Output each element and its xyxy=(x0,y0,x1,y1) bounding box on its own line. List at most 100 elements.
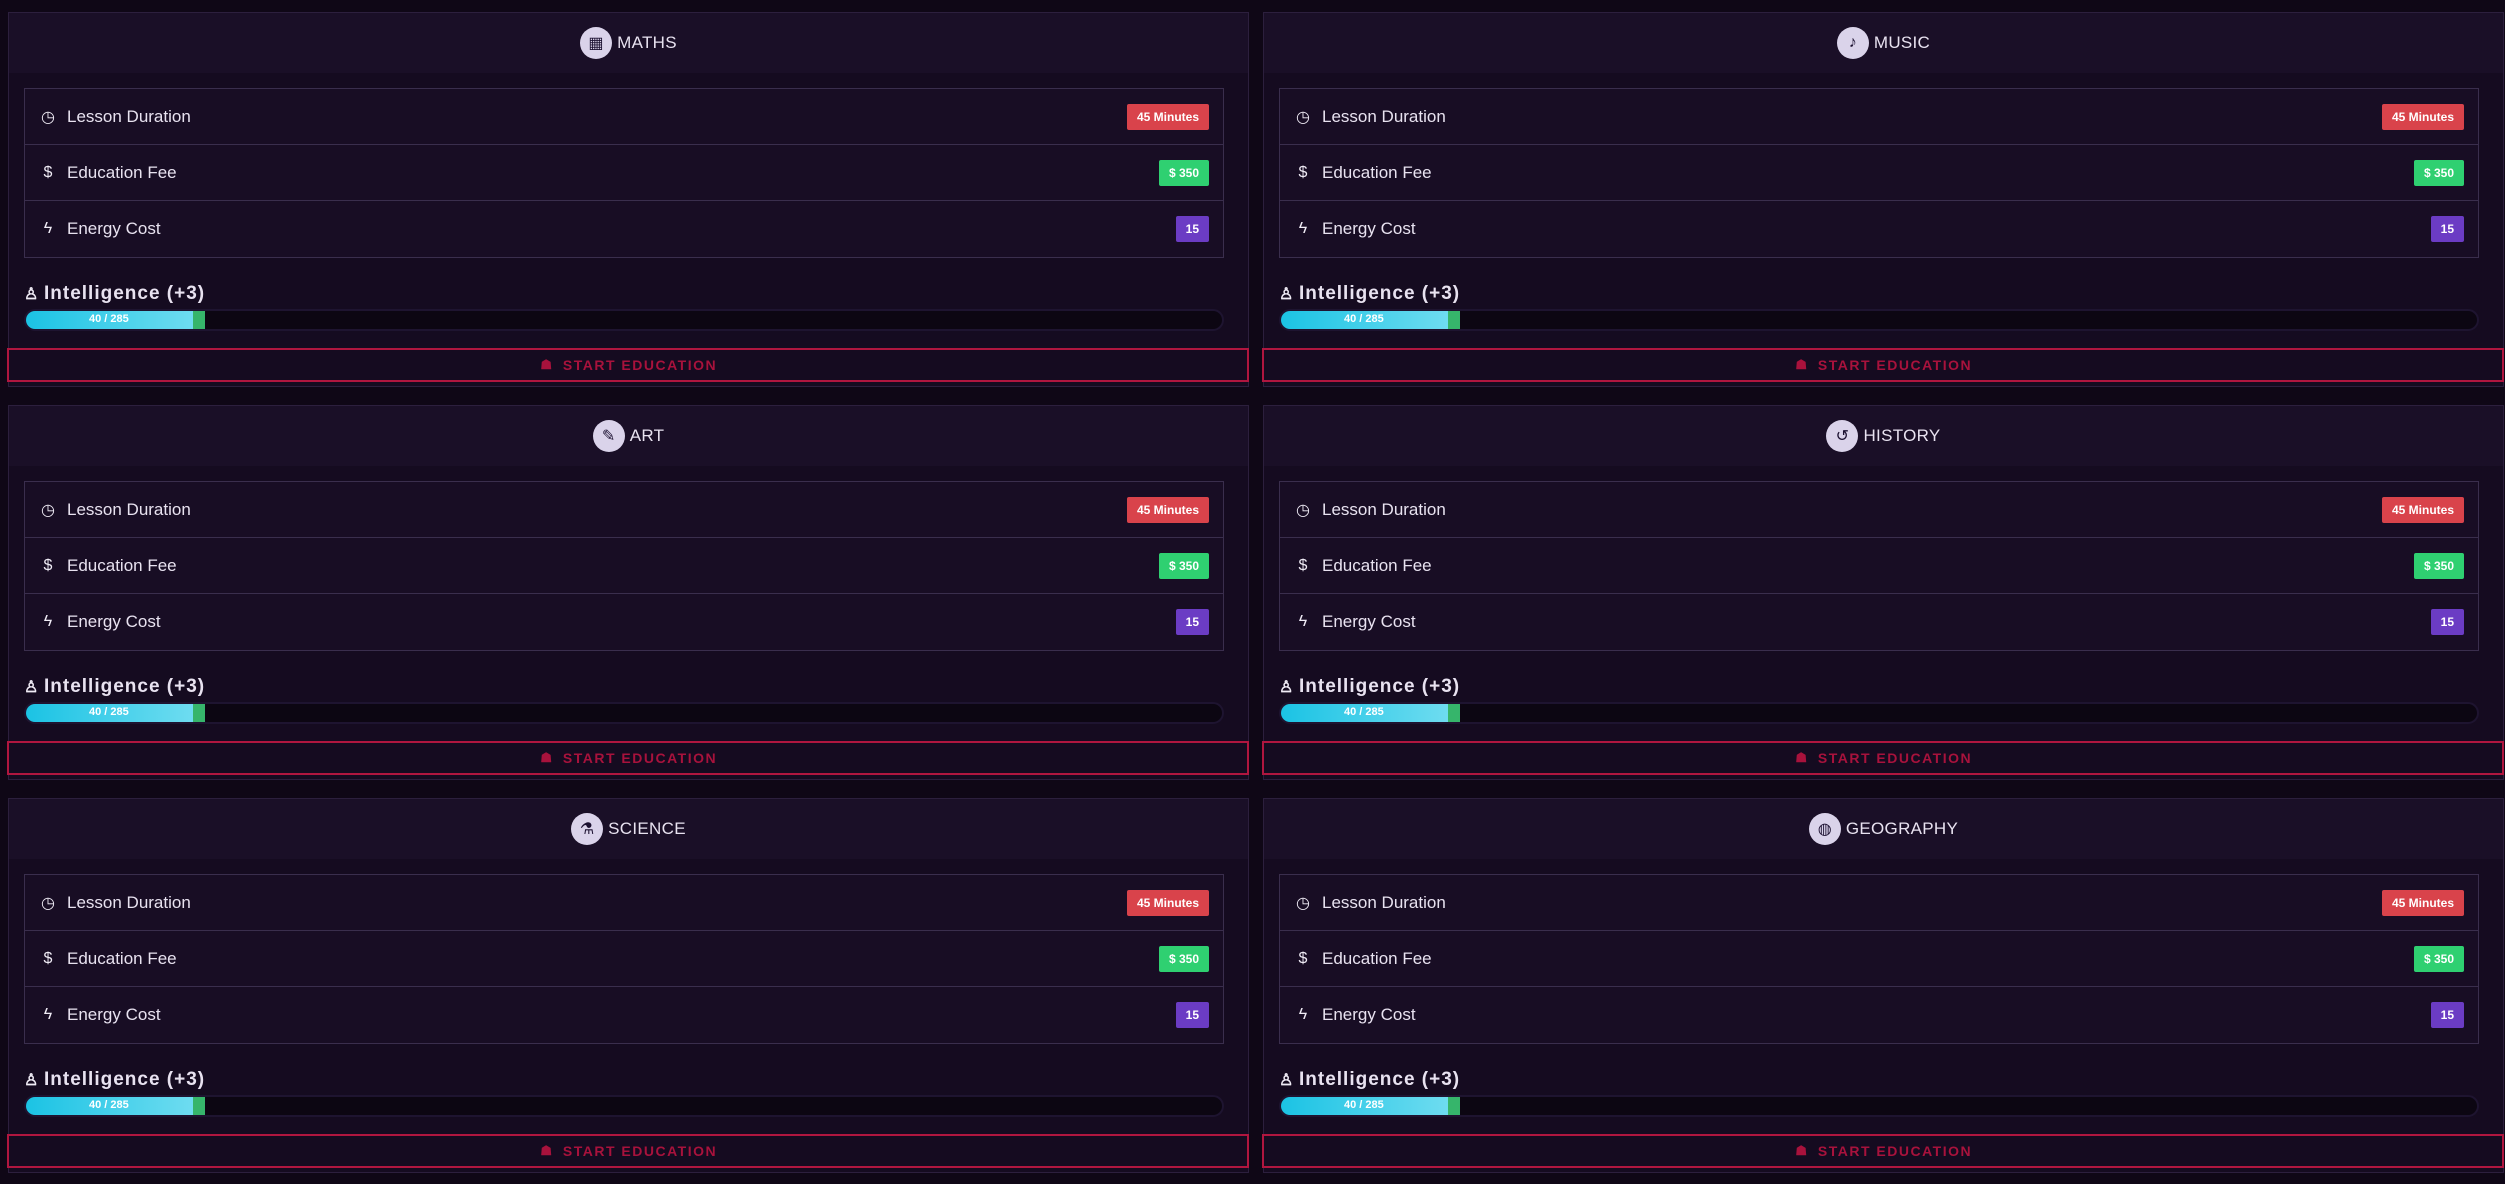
stat-gain-label: Intelligence (+3) xyxy=(44,283,206,304)
energy-cost-label: Energy Cost xyxy=(67,219,161,238)
graduation-cap-icon: ☗ xyxy=(540,1143,554,1158)
lesson-duration-label: Lesson Duration xyxy=(67,499,191,519)
card-header: ↺ HISTORY xyxy=(1264,406,2503,466)
card-header: ▦ MATHS xyxy=(9,13,1248,73)
bolt-icon: ϟ xyxy=(43,220,53,237)
education-fee-row: $ Education Fee $ 350 xyxy=(1280,145,2478,201)
clock-icon: ◷ xyxy=(1296,108,1310,126)
progress-bar: 40 / 285 xyxy=(1279,1095,2479,1117)
lesson-duration-row: ◷ Lesson Duration 45 Minutes xyxy=(25,89,1223,145)
dollar-icon: $ xyxy=(43,163,53,181)
course-title: ART xyxy=(629,426,665,445)
fee-badge: $ 350 xyxy=(1158,159,1209,186)
education-fee-row: $ Education Fee $ 350 xyxy=(25,145,1223,201)
graduation-cap-icon: ☗ xyxy=(1795,357,1809,372)
graduation-cap-icon: ☗ xyxy=(540,357,554,372)
start-education-button[interactable]: ☗ START EDUCATION xyxy=(7,741,1249,775)
energy-badge: 15 xyxy=(2430,1002,2464,1028)
person-icon: ♙ xyxy=(24,1072,40,1089)
start-education-button[interactable]: ☗ START EDUCATION xyxy=(7,348,1249,382)
fee-badge: $ 350 xyxy=(1158,945,1209,972)
education-fee-row: $ Education Fee $ 350 xyxy=(25,538,1223,594)
stat-gain: ♙ Intelligence (+3) xyxy=(24,676,205,698)
person-icon: ♙ xyxy=(1279,286,1295,303)
progress-text: 40 / 285 xyxy=(1344,1099,1384,1111)
energy-cost-row: ϟ Energy Cost 15 xyxy=(25,987,1223,1043)
energy-cost-row: ϟ Energy Cost 15 xyxy=(1280,594,2478,650)
graduation-cap-icon: ☗ xyxy=(1795,750,1809,765)
person-icon: ♙ xyxy=(24,679,40,696)
calculator-icon: ▦ xyxy=(580,27,613,59)
start-education-button[interactable]: ☗ START EDUCATION xyxy=(1262,348,2504,382)
fee-badge: $ 350 xyxy=(2413,552,2464,579)
fee-badge: $ 350 xyxy=(2413,945,2464,972)
education-fee-label: Education Fee xyxy=(1322,555,1432,575)
education-fee-label: Education Fee xyxy=(67,948,177,968)
person-icon: ♙ xyxy=(1279,679,1295,696)
education-grid: ▦ MATHS ◷ Lesson Duration 45 Minutes $ E… xyxy=(7,12,2504,1173)
stat-gain-label: Intelligence (+3) xyxy=(1299,283,1461,304)
card-header: ♪ MUSIC xyxy=(1264,13,2503,73)
start-education-label: START EDUCATION xyxy=(1817,1143,1973,1159)
card-header: ⚗ SCIENCE xyxy=(9,799,1248,859)
globe-icon: ◍ xyxy=(1808,813,1841,845)
stat-gain-label: Intelligence (+3) xyxy=(1299,1069,1461,1090)
bolt-icon: ϟ xyxy=(1298,613,1308,630)
education-fee-row: $ Education Fee $ 350 xyxy=(1280,931,2478,987)
stat-gain: ♙ Intelligence (+3) xyxy=(1279,676,1460,698)
course-title: SCIENCE xyxy=(608,819,686,838)
duration-badge: 45 Minutes xyxy=(1126,889,1209,916)
bolt-icon: ϟ xyxy=(1298,1006,1308,1023)
stat-gain-label: Intelligence (+3) xyxy=(1299,676,1461,697)
progress-text: 40 / 285 xyxy=(89,313,129,325)
info-table: ◷ Lesson Duration 45 Minutes $ Education… xyxy=(1279,481,2479,651)
lesson-duration-row: ◷ Lesson Duration 45 Minutes xyxy=(1280,89,2478,145)
duration-badge: 45 Minutes xyxy=(2381,889,2464,916)
history-icon: ↺ xyxy=(1826,420,1859,452)
lesson-duration-label: Lesson Duration xyxy=(1322,106,1446,126)
dollar-icon: $ xyxy=(43,949,53,967)
course-title: MUSIC xyxy=(1873,33,1931,52)
card-header: ◍ GEOGRAPHY xyxy=(1264,799,2503,859)
clock-icon: ◷ xyxy=(41,501,55,519)
graduation-cap-icon: ☗ xyxy=(1795,1143,1809,1158)
info-table: ◷ Lesson Duration 45 Minutes $ Education… xyxy=(1279,88,2479,258)
stat-gain: ♙ Intelligence (+3) xyxy=(1279,1069,1460,1091)
education-fee-label: Education Fee xyxy=(67,555,177,575)
education-fee-row: $ Education Fee $ 350 xyxy=(25,931,1223,987)
stat-gain-label: Intelligence (+3) xyxy=(44,676,206,697)
energy-cost-row: ϟ Energy Cost 15 xyxy=(1280,201,2478,257)
stat-gain: ♙ Intelligence (+3) xyxy=(24,283,205,305)
clock-icon: ◷ xyxy=(41,108,55,126)
lesson-duration-row: ◷ Lesson Duration 45 Minutes xyxy=(1280,875,2478,931)
energy-badge: 15 xyxy=(1175,216,1209,242)
progress-text: 40 / 285 xyxy=(1344,706,1384,718)
energy-badge: 15 xyxy=(1175,1002,1209,1028)
progress-text: 40 / 285 xyxy=(1344,313,1384,325)
start-education-button[interactable]: ☗ START EDUCATION xyxy=(1262,1134,2504,1168)
course-title: GEOGRAPHY xyxy=(1845,819,1959,838)
lesson-duration-label: Lesson Duration xyxy=(67,892,191,912)
progress-text: 40 / 285 xyxy=(89,706,129,718)
music-icon: ♪ xyxy=(1836,27,1869,59)
start-education-label: START EDUCATION xyxy=(562,750,718,766)
info-table: ◷ Lesson Duration 45 Minutes $ Education… xyxy=(1279,874,2479,1044)
progress-bar: 40 / 285 xyxy=(1279,702,2479,724)
lesson-duration-label: Lesson Duration xyxy=(1322,892,1446,912)
start-education-button[interactable]: ☗ START EDUCATION xyxy=(1262,741,2504,775)
dollar-icon: $ xyxy=(1298,163,1308,181)
info-table: ◷ Lesson Duration 45 Minutes $ Education… xyxy=(24,874,1224,1044)
stat-gain: ♙ Intelligence (+3) xyxy=(24,1069,205,1091)
info-table: ◷ Lesson Duration 45 Minutes $ Education… xyxy=(24,481,1224,651)
start-education-label: START EDUCATION xyxy=(1817,750,1973,766)
progress-bar: 40 / 285 xyxy=(1279,309,2479,331)
start-education-label: START EDUCATION xyxy=(562,1143,718,1159)
energy-badge: 15 xyxy=(2430,216,2464,242)
progress-bar: 40 / 285 xyxy=(24,702,1224,724)
duration-badge: 45 Minutes xyxy=(2381,496,2464,523)
fee-badge: $ 350 xyxy=(2413,159,2464,186)
course-card-geography: ◍ GEOGRAPHY ◷ Lesson Duration 45 Minutes… xyxy=(1262,798,2504,1173)
energy-cost-row: ϟ Energy Cost 15 xyxy=(25,594,1223,650)
start-education-button[interactable]: ☗ START EDUCATION xyxy=(7,1134,1249,1168)
dollar-icon: $ xyxy=(1298,556,1308,574)
